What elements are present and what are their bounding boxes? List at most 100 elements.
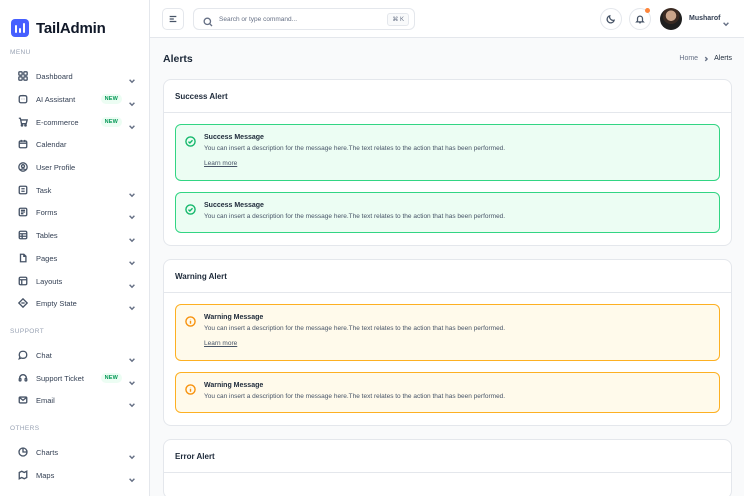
learn-more-link[interactable]: Learn more <box>204 340 237 347</box>
user-name[interactable]: Musharof <box>689 15 721 22</box>
chevron-down-icon <box>128 208 136 220</box>
sidebar-item-tables[interactable]: Tables <box>10 226 138 244</box>
chevron-down-icon <box>128 374 136 386</box>
card-title: Error Alert <box>164 440 731 473</box>
chevron-down-icon <box>128 95 136 107</box>
sidebar-item-label: User Profile <box>36 162 76 172</box>
warning-alert: Warning Message You can insert a descrip… <box>175 372 720 413</box>
headset-icon <box>18 373 28 383</box>
chat-icon <box>18 350 28 360</box>
notifications-button[interactable] <box>629 8 651 30</box>
dark-mode-toggle[interactable] <box>600 8 622 30</box>
notification-dot <box>645 8 650 13</box>
chevron-down-icon <box>128 254 136 266</box>
breadcrumb: Home Alerts <box>679 55 732 62</box>
info-circle-icon <box>185 382 196 395</box>
sidebar-item-e-commerce[interactable]: E-commerce NEW <box>10 113 138 131</box>
sidebar-item-email[interactable]: Email <box>10 391 138 409</box>
alert-title: Warning Message <box>204 314 264 321</box>
sidebar-item-label: Calendar <box>36 139 67 149</box>
sidebar-item-label: E-commerce <box>36 117 79 127</box>
alert-description: You can insert a description for the mes… <box>204 325 506 332</box>
chevron-down-icon <box>128 72 136 84</box>
chevron-down-icon <box>128 277 136 289</box>
sidebar-item-label: Task <box>36 185 52 195</box>
sidebar-item-label: Pages <box>36 253 58 263</box>
alert-description: You can insert a description for the mes… <box>204 213 506 220</box>
sidebar-item-dashboard[interactable]: Dashboard <box>10 67 138 85</box>
new-badge: NEW <box>100 117 122 127</box>
pages-icon <box>18 253 28 263</box>
card-title: Success Alert <box>164 80 731 113</box>
sidebar-item-support-ticket[interactable]: Support Ticket NEW <box>10 369 138 387</box>
chevron-down-icon <box>128 186 136 198</box>
sidebar-item-charts[interactable]: Charts <box>10 443 138 461</box>
sidebar-item-calendar[interactable]: Calendar <box>10 135 138 153</box>
new-badge: NEW <box>100 373 122 383</box>
sidebar-item-empty-state[interactable]: Empty State <box>10 294 138 312</box>
search-icon <box>203 14 213 27</box>
task-icon <box>18 185 28 195</box>
grid-icon <box>18 71 28 81</box>
user-circle-icon <box>18 162 28 172</box>
chevron-down-icon <box>128 231 136 243</box>
chevron-down-icon <box>128 396 136 408</box>
learn-more-link[interactable]: Learn more <box>204 160 237 167</box>
cart-icon <box>18 117 28 127</box>
warning-alert: Warning Message You can insert a descrip… <box>175 304 720 361</box>
logo-text: TailAdmin <box>36 19 106 37</box>
success-alert: Success Message You can insert a descrip… <box>175 192 720 233</box>
top-header: Search or type command... ⌘ K Musharof <box>150 0 744 38</box>
chevron-down-icon <box>128 471 136 483</box>
success-alert: Success Message You can insert a descrip… <box>175 124 720 181</box>
search-input[interactable]: Search or type command... ⌘ K <box>193 8 415 30</box>
calendar-icon <box>18 139 28 149</box>
sidebar-item-user-profile[interactable]: User Profile <box>10 158 138 176</box>
shortcut-hint: ⌘ K <box>387 12 409 26</box>
sidebar-item-ai-assistant[interactable]: AI Assistant NEW <box>10 90 138 108</box>
alert-description: You can insert a description for the mes… <box>204 145 506 152</box>
sidebar-item-maps[interactable]: Maps <box>10 466 138 484</box>
logo[interactable]: TailAdmin <box>0 0 149 42</box>
check-circle-icon <box>185 202 196 215</box>
sidebar-item-label: Forms <box>36 207 58 217</box>
warning-alert-card: Warning Alert Warning Message You can in… <box>163 259 732 426</box>
layouts-icon <box>18 276 28 286</box>
menu-icon <box>169 15 177 23</box>
page-title: Alerts <box>163 53 193 65</box>
sidebar-item-chat[interactable]: Chat <box>10 346 138 364</box>
breadcrumb-current: Alerts <box>714 55 732 62</box>
breadcrumb-home-link[interactable]: Home <box>679 55 698 62</box>
card-title: Warning Alert <box>164 260 731 293</box>
sidebar-item-label: Maps <box>36 470 55 480</box>
search-placeholder: Search or type command... <box>219 15 298 23</box>
sidebar-item-label: Dashboard <box>36 71 73 81</box>
chevron-down-icon <box>128 448 136 460</box>
mail-icon <box>18 395 28 405</box>
error-alert-card: Error Alert <box>163 439 732 496</box>
sidebar-item-label: Chat <box>36 350 52 360</box>
sidebar-item-label: AI Assistant <box>36 94 76 104</box>
section-title-others: OTHERS <box>10 425 40 432</box>
table-icon <box>18 230 28 240</box>
sidebar-item-pages[interactable]: Pages <box>10 249 138 267</box>
pie-chart-icon <box>18 447 28 457</box>
section-title-menu: MENU <box>10 49 31 56</box>
chevron-down-icon <box>128 351 136 363</box>
logo-icon <box>11 19 29 37</box>
sidebar-item-forms[interactable]: Forms <box>10 203 138 221</box>
sidebar-item-label: Support Ticket <box>36 373 84 383</box>
avatar[interactable] <box>660 8 682 30</box>
bell-icon <box>635 15 645 24</box>
sidebar-item-layouts[interactable]: Layouts <box>10 272 138 290</box>
section-title-support: SUPPORT <box>10 328 45 335</box>
sidebar-item-task[interactable]: Task <box>10 181 138 199</box>
sidebar-toggle-button[interactable] <box>162 8 184 30</box>
ai-assistant-icon <box>18 94 28 104</box>
chevron-down-icon <box>128 299 136 311</box>
success-alert-card: Success Alert Success Message You can in… <box>163 79 732 246</box>
alert-title: Warning Message <box>204 382 264 389</box>
chevron-down-icon[interactable] <box>722 15 730 27</box>
chevron-right-icon <box>704 56 709 61</box>
sidebar-item-label: Layouts <box>36 276 63 286</box>
